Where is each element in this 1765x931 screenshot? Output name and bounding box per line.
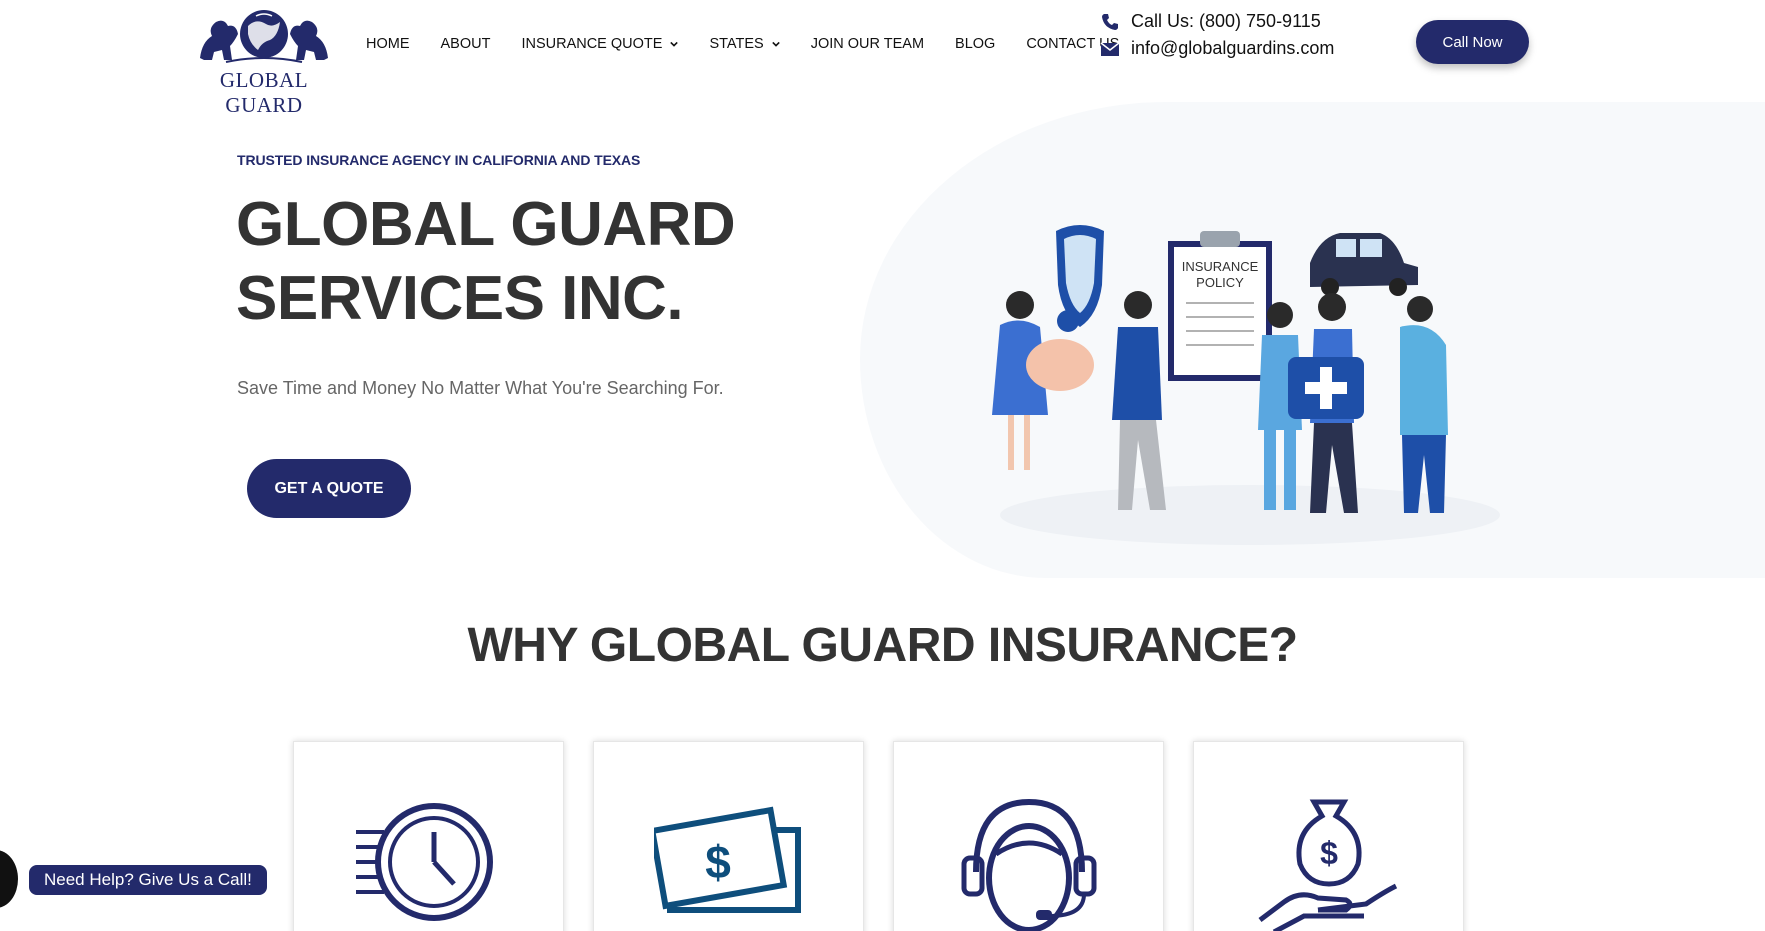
nav-item-label: STATES: [709, 36, 764, 52]
nav-item-insurance-quote[interactable]: INSURANCE QUOTE: [521, 36, 679, 52]
nav-item-label: ABOUT: [440, 36, 491, 52]
email-link[interactable]: info@globalguardins.com: [1100, 35, 1334, 62]
hero-title: GLOBAL GUARD SERVICES INC.: [236, 188, 736, 336]
phone-icon: [1102, 13, 1118, 30]
feature-card-savings: $: [593, 741, 864, 931]
svg-text:$: $: [705, 836, 731, 888]
help-call-bubble[interactable]: Need Help? Give Us a Call!: [29, 865, 267, 895]
phone-number: Call Us: (800) 750-9115: [1131, 11, 1321, 31]
phone-link[interactable]: Call Us: (800) 750-9115: [1100, 8, 1334, 35]
nav-item-about[interactable]: ABOUT: [441, 36, 491, 52]
nav-item-blog[interactable]: BLOG: [955, 36, 995, 52]
feature-card-value: $: [1193, 741, 1464, 931]
illustration-policy-label: POLICY: [1196, 275, 1244, 290]
nav-item-home[interactable]: HOME: [366, 36, 410, 52]
envelope-icon: [1100, 41, 1120, 56]
hero-title-line-1: GLOBAL GUARD: [236, 190, 736, 259]
cash-icon: $: [654, 806, 801, 913]
illustration-insurance-label: INSURANCE: [1182, 259, 1259, 274]
feature-card-support: [893, 741, 1164, 931]
logo-emblem-icon: [200, 10, 328, 63]
nav-item-join-our-team[interactable]: JOIN OUR TEAM: [811, 36, 924, 52]
money-bag-hand-icon: $: [1258, 799, 1398, 931]
clock-icon: [356, 803, 493, 921]
nav-item-label: HOME: [366, 36, 410, 52]
call-now-button[interactable]: Call Now: [1416, 20, 1529, 64]
chevron-down-icon: [771, 41, 780, 47]
email-address: info@globalguardins.com: [1131, 38, 1335, 58]
svg-text:$: $: [1320, 835, 1338, 871]
header-contact: Call Us: (800) 750-9115 info@globalguard…: [1100, 8, 1334, 62]
nav-item-label: INSURANCE QUOTE: [521, 36, 663, 52]
insurance-people-illustration: INSURANCE POLICY: [992, 225, 1500, 545]
help-chat-launcher[interactable]: [0, 850, 18, 908]
logo-wordmark: GLOBAL GUARD: [219, 68, 309, 117]
hero-subtitle: Save Time and Money No Matter What You'r…: [237, 378, 724, 398]
site-header: GLOBAL GUARD HOME ABOUT INSURANCE QUOTE …: [0, 0, 1765, 117]
feature-card-time: [293, 741, 564, 931]
get-a-quote-button[interactable]: GET A QUOTE: [247, 459, 411, 518]
nav-item-label: BLOG: [955, 36, 996, 52]
nav-item-label: JOIN OUR TEAM: [810, 36, 925, 52]
hero-title-line-2: SERVICES INC.: [236, 264, 684, 333]
headset-support-icon: [961, 798, 1097, 931]
hero-tagline: TRUSTED INSURANCE AGENCY IN CALIFORNIA A…: [237, 152, 641, 168]
why-section-title: WHY GLOBAL GUARD INSURANCE?: [467, 619, 1298, 672]
nav-item-states[interactable]: STATES: [709, 36, 780, 52]
main-nav: HOME ABOUT INSURANCE QUOTE STATES JOIN O…: [366, 36, 1150, 52]
logo[interactable]: GLOBAL GUARD: [186, 6, 342, 117]
chevron-down-icon: [670, 41, 679, 47]
